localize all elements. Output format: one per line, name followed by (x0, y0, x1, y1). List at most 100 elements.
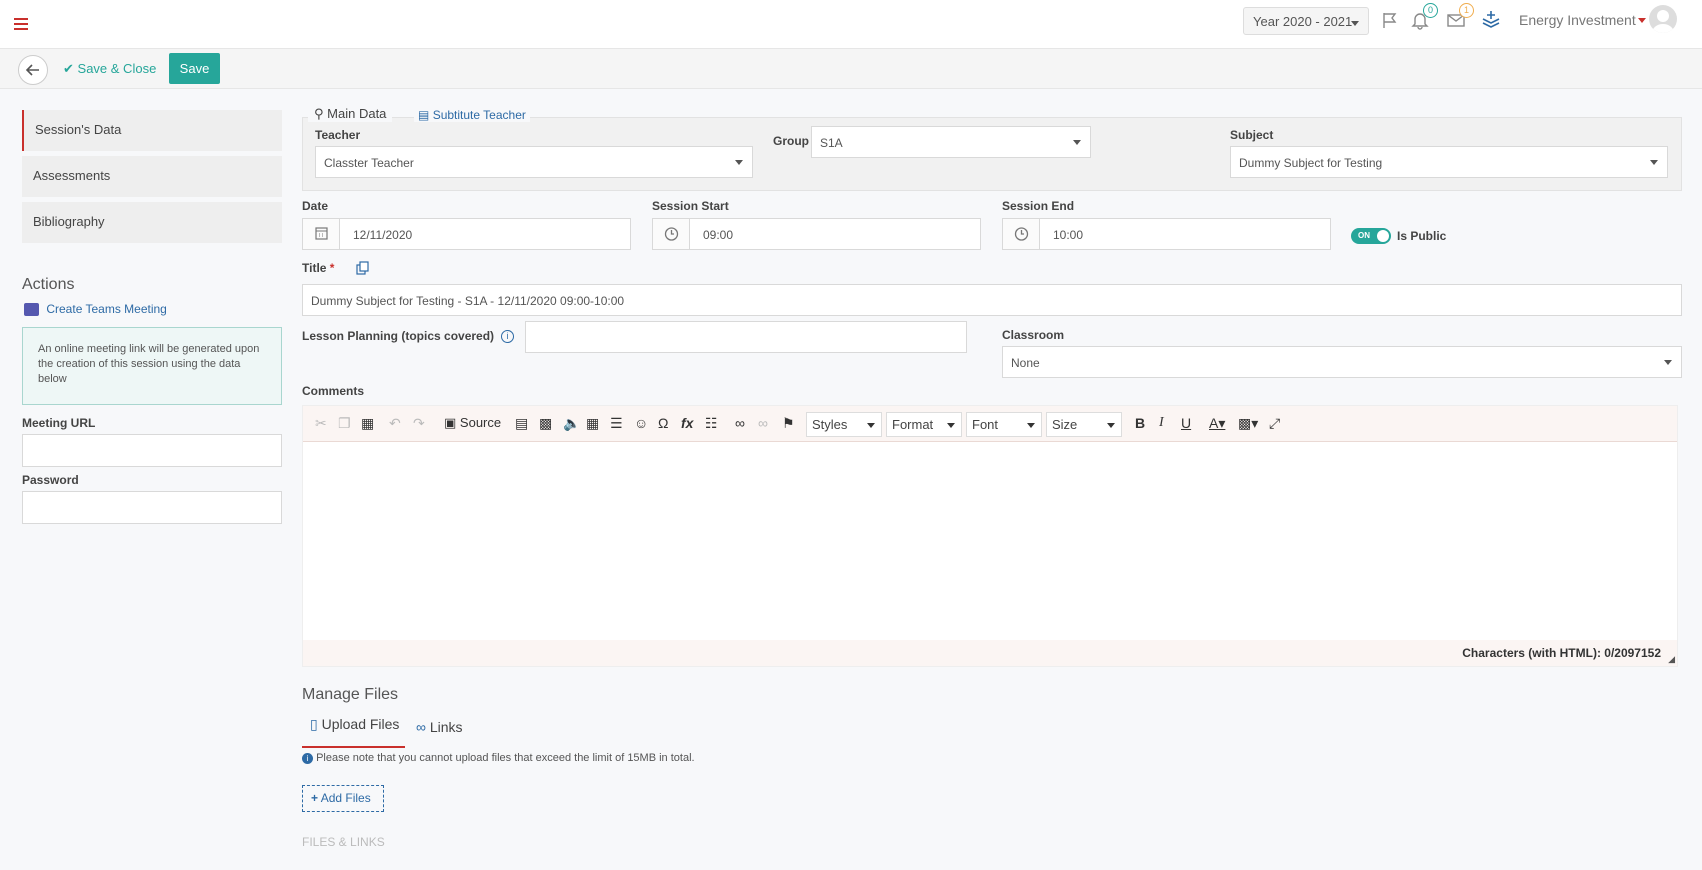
table-icon[interactable]: ▦ (586, 415, 599, 432)
text-color-icon[interactable]: A▾ (1209, 415, 1225, 432)
formula-icon[interactable]: fx (681, 415, 693, 431)
image-upload-icon[interactable]: ▩ (539, 415, 552, 432)
title-label-text: Title (302, 261, 327, 275)
tab-main-data[interactable]: ⚲ Main Data (308, 106, 393, 122)
is-public-toggle[interactable]: ON (1351, 228, 1391, 244)
chevron-down-icon (1351, 21, 1359, 26)
subject-value: Dummy Subject for Testing (1239, 156, 1383, 170)
chevron-down-icon (1664, 360, 1672, 365)
info-icon: i (302, 753, 313, 764)
avatar[interactable] (1649, 5, 1677, 33)
year-label: Year 2020 - 2021 (1253, 14, 1353, 29)
tab-links[interactable]: ∞ Links (416, 719, 463, 735)
classroom-select[interactable]: None (1002, 346, 1682, 378)
year-selector[interactable]: Year 2020 - 2021 (1243, 7, 1369, 35)
user-name[interactable]: Energy Investment (1519, 12, 1636, 28)
search-icon: ⚲ (314, 106, 324, 121)
redo-icon[interactable]: ↷ (413, 415, 425, 432)
save-button[interactable]: Save (169, 53, 220, 84)
special-character-icon[interactable]: Ω (658, 415, 668, 431)
chevron-down-icon (1650, 160, 1658, 165)
chevron-down-icon (1073, 140, 1081, 145)
password-input[interactable] (22, 491, 282, 524)
horizontal-line-icon[interactable]: ☰ (610, 415, 623, 432)
group-label: Group (773, 134, 809, 148)
underline-icon[interactable]: U (1181, 415, 1191, 431)
links-label: Links (429, 719, 463, 735)
link-icon: ∞ (416, 719, 426, 735)
comments-editor[interactable]: ✂ ❐ ▦ ↶ ↷ ▣ Source ▤ ▩ 🔈 ▦ ☰ ☺ Ω fx ☷ ∞ … (302, 405, 1678, 667)
meeting-info-box: An online meeting link will be generated… (22, 327, 282, 405)
subject-select[interactable]: Dummy Subject for Testing (1230, 146, 1668, 178)
save-close-button[interactable]: ✔ Save & Close (63, 61, 156, 77)
font-label: Font (972, 417, 999, 432)
session-end-input[interactable]: 10:00 (1002, 218, 1331, 250)
session-start-label: Session Start (652, 199, 729, 213)
bold-icon[interactable]: B (1135, 415, 1145, 431)
hamburger-menu-icon[interactable] (14, 18, 28, 30)
save-close-label: Save & Close (77, 61, 157, 76)
maximize-icon[interactable]: ⤢ (1269, 415, 1280, 432)
clock-icon[interactable] (653, 219, 690, 249)
source-label: Source (459, 415, 502, 430)
date-input[interactable]: 12/11/2020 (302, 218, 631, 250)
info-icon[interactable]: i (501, 330, 514, 343)
flag-icon[interactable] (1380, 10, 1400, 30)
file-icon: ▯ (310, 716, 318, 732)
placeholder-icon[interactable]: ☷ (705, 415, 718, 432)
source-button[interactable]: ▣ Source (444, 415, 501, 431)
tab-upload-files[interactable]: ▯ Upload Files (302, 716, 405, 748)
anchor-flag-icon[interactable]: ⚑ (782, 415, 795, 432)
chevron-down-icon (947, 423, 955, 428)
session-start-input[interactable]: 09:00 (652, 218, 981, 250)
character-count: Characters (with HTML): 0/2097152 (1462, 646, 1661, 660)
envelope-icon[interactable]: 1 (1446, 3, 1474, 30)
link-icon[interactable]: ∞ (735, 415, 745, 431)
styles-dropdown[interactable]: Styles (806, 412, 882, 437)
check-icon: ✔ (63, 61, 74, 76)
cut-icon[interactable]: ✂ (315, 415, 327, 432)
clock-icon[interactable] (1003, 219, 1040, 249)
teacher-value: Classter Teacher (324, 156, 414, 170)
smiley-icon[interactable]: ☺ (634, 415, 648, 431)
resize-handle-icon[interactable]: ◢ (1668, 654, 1675, 665)
image-icon[interactable]: ▤ (515, 415, 528, 432)
teacher-select[interactable]: Classter Teacher (315, 146, 753, 178)
chevron-down-icon (1027, 423, 1035, 428)
meeting-url-input[interactable] (22, 434, 282, 467)
layers-icon[interactable] (1481, 10, 1501, 30)
main-data-label: Main Data (327, 106, 387, 121)
size-dropdown[interactable]: Size (1046, 412, 1122, 437)
copy-icon[interactable]: ❐ (338, 415, 351, 432)
format-dropdown[interactable]: Format (886, 412, 962, 437)
user-menu-chevron-icon[interactable] (1638, 18, 1646, 23)
copy-icon[interactable] (356, 261, 370, 278)
unlink-icon[interactable]: ∞ (758, 415, 768, 431)
title-input[interactable]: Dummy Subject for Testing - S1A - 12/11/… (302, 284, 1682, 316)
sidebar-item-sessions-data[interactable]: Session's Data (22, 110, 282, 151)
paste-icon[interactable]: ▦ (361, 415, 374, 432)
bell-icon[interactable]: 0 (1410, 3, 1438, 30)
tab-substitute-teacher[interactable]: ▤ Subtitute Teacher (414, 108, 530, 122)
add-files-button[interactable]: + Add Files (302, 785, 384, 812)
background-color-icon[interactable]: ▩▾ (1238, 415, 1258, 432)
sidebar-item-assessments[interactable]: Assessments (22, 156, 282, 197)
audio-icon[interactable]: 🔈 (563, 415, 580, 432)
font-dropdown[interactable]: Font (966, 412, 1042, 437)
editor-footer: Characters (with HTML): 0/2097152 ◢ (303, 640, 1677, 666)
group-select[interactable]: S1A (811, 126, 1091, 158)
undo-icon[interactable]: ↶ (389, 415, 401, 432)
lesson-planning-input[interactable] (525, 321, 967, 353)
sidebar-item-bibliography[interactable]: Bibliography (22, 202, 282, 243)
password-label: Password (22, 473, 79, 487)
plus-icon: + (311, 791, 319, 805)
session-end-value: 10:00 (1053, 228, 1084, 242)
italic-icon[interactable]: I (1159, 415, 1164, 431)
date-value: 12/11/2020 (353, 228, 413, 242)
calendar-icon[interactable] (303, 219, 340, 249)
create-teams-meeting-label: Create Teams Meeting (46, 302, 167, 316)
back-button[interactable] (18, 55, 48, 85)
notifications-badge: 0 (1423, 3, 1438, 18)
create-teams-meeting-link[interactable]: Create Teams Meeting (24, 302, 167, 317)
editor-toolbar: ✂ ❐ ▦ ↶ ↷ ▣ Source ▤ ▩ 🔈 ▦ ☰ ☺ Ω fx ☷ ∞ … (303, 406, 1677, 442)
